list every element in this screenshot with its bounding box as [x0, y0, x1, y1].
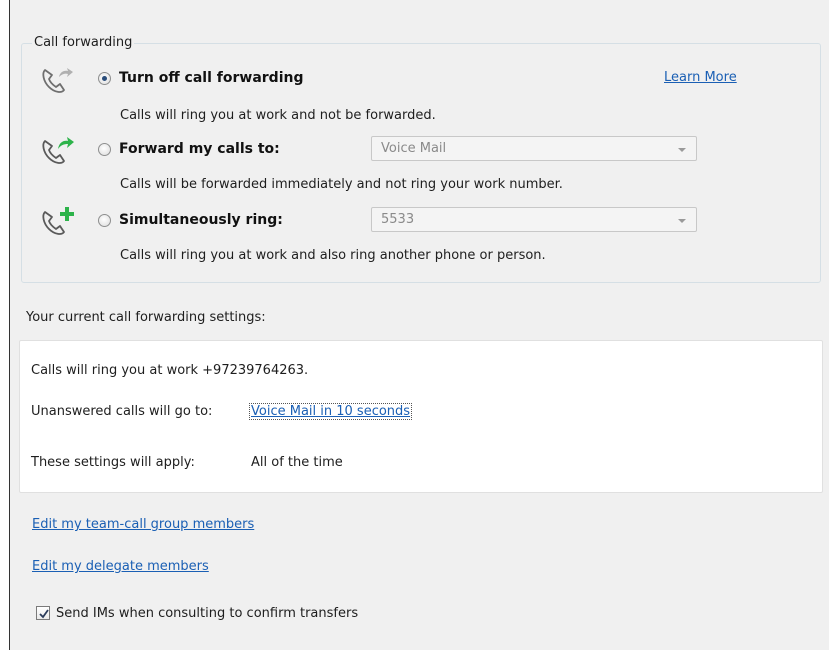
edit-team-call-link[interactable]: Edit my team-call group members: [32, 517, 254, 532]
phone-arrow-gray-icon: [42, 68, 73, 93]
chevron-down-icon: [678, 148, 686, 152]
call-forwarding-panel: Call forwarding Turn off call forwarding…: [9, 0, 829, 650]
radio-turn-off-forwarding[interactable]: [98, 72, 111, 85]
applies-label: These settings will apply:: [31, 455, 195, 470]
call-forwarding-group: Call forwarding Turn off call forwarding…: [21, 35, 821, 283]
radio-forward-calls[interactable]: [98, 143, 111, 156]
group-title: Call forwarding: [32, 35, 135, 51]
current-settings-heading: Your current call forwarding settings:: [26, 310, 266, 325]
applies-value: All of the time: [251, 455, 343, 470]
option-description: Calls will ring you at work and not be f…: [120, 108, 436, 123]
dropdown-value: 5533: [381, 212, 415, 227]
option-description: Calls will ring you at work and also rin…: [120, 248, 546, 263]
simultaneous-ring-dropdown[interactable]: 5533: [371, 207, 697, 232]
current-settings-box: Calls will ring you at work +97239764263…: [19, 340, 823, 493]
phone-plus-green-icon: [42, 207, 74, 235]
checkmark-icon: [39, 609, 49, 619]
option-description: Calls will be forwarded immediately and …: [120, 177, 563, 192]
ring-at-work-text: Calls will ring you at work +97239764263…: [31, 363, 309, 378]
send-ims-label[interactable]: Send IMs when consulting to confirm tran…: [56, 606, 358, 621]
forward-to-dropdown[interactable]: Voice Mail: [371, 136, 697, 161]
dropdown-value: Voice Mail: [381, 141, 447, 156]
option-label: Forward my calls to:: [119, 141, 280, 157]
option-label: Simultaneously ring:: [119, 212, 283, 228]
edit-delegate-link[interactable]: Edit my delegate members: [32, 559, 209, 574]
option-label: Turn off call forwarding: [119, 70, 304, 86]
send-ims-checkbox[interactable]: [36, 606, 50, 620]
unanswered-calls-link[interactable]: Voice Mail in 10 seconds: [248, 403, 413, 420]
radio-simultaneously-ring[interactable]: [98, 214, 111, 227]
chevron-down-icon: [678, 219, 686, 223]
unanswered-label: Unanswered calls will go to:: [31, 404, 213, 419]
phone-arrow-green-icon: [42, 137, 74, 164]
learn-more-link[interactable]: Learn More: [664, 70, 737, 85]
